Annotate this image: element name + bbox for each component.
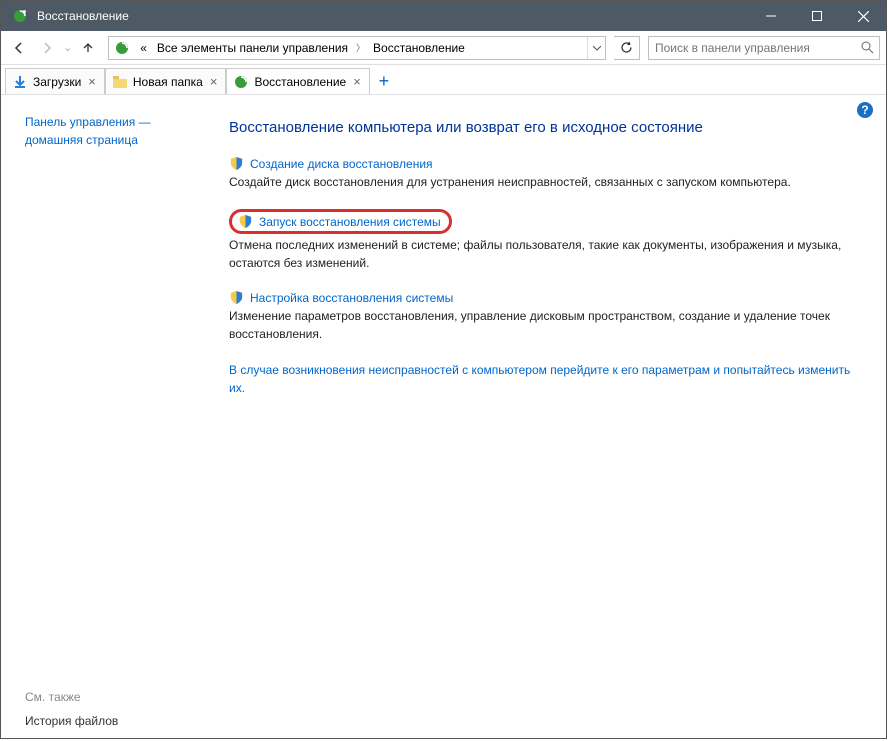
window-title: Восстановление xyxy=(33,9,748,23)
tab-recovery[interactable]: Восстановление × xyxy=(226,68,369,94)
tab-label: Восстановление xyxy=(254,75,346,89)
recent-dropdown[interactable]: ⌄ xyxy=(63,41,72,54)
tab-new-folder[interactable]: Новая папка × xyxy=(105,68,227,94)
minimize-button[interactable] xyxy=(748,1,794,31)
navbar: ⌄ « Все элементы панели управления 〉 Вос… xyxy=(1,31,886,65)
control-panel-home-link[interactable]: Панель управления — домашняя страница xyxy=(25,113,205,149)
address-bar[interactable]: « Все элементы панели управления 〉 Восст… xyxy=(108,36,606,60)
window-buttons xyxy=(748,1,886,31)
tab-close-button[interactable]: × xyxy=(86,74,98,89)
create-recovery-drive-link[interactable]: Создание диска восстановления xyxy=(250,157,433,171)
open-system-restore-link[interactable]: Запуск восстановления системы xyxy=(259,215,441,229)
file-history-link[interactable]: История файлов xyxy=(25,714,205,728)
shield-icon xyxy=(238,214,253,229)
shield-icon xyxy=(229,156,244,171)
content: ? Восстановление компьютера или возврат … xyxy=(215,95,886,738)
new-tab-button[interactable]: + xyxy=(370,68,398,94)
search-icon[interactable] xyxy=(855,41,879,54)
tab-close-button[interactable]: × xyxy=(351,74,363,89)
download-icon xyxy=(12,74,28,90)
highlight-annotation: Запуск восстановления системы xyxy=(229,209,452,234)
tab-downloads[interactable]: Загрузки × xyxy=(5,68,105,94)
crumb-prefix[interactable]: « xyxy=(135,37,152,59)
body: Панель управления — домашняя страница См… xyxy=(1,95,886,738)
address-dropdown[interactable] xyxy=(587,37,605,59)
chevron-right-icon[interactable]: 〉 xyxy=(353,41,368,54)
search-box[interactable] xyxy=(648,36,880,60)
refresh-button[interactable] xyxy=(614,36,640,60)
item-description: Изменение параметров восстановления, упр… xyxy=(229,308,858,343)
back-button[interactable] xyxy=(7,36,31,60)
recovery-icon xyxy=(233,74,249,90)
item-description: Отмена последних изменений в системе; фа… xyxy=(229,237,858,272)
tab-strip: Загрузки × Новая папка × Восстановление … xyxy=(1,65,886,95)
address-icon xyxy=(109,37,135,59)
crumb-recovery[interactable]: Восстановление xyxy=(368,37,470,59)
app-icon xyxy=(7,8,33,24)
sidebar: Панель управления — домашняя страница См… xyxy=(1,95,215,738)
shield-icon xyxy=(229,290,244,305)
search-input[interactable] xyxy=(649,41,855,55)
page-title: Восстановление компьютера или возврат ег… xyxy=(229,119,858,136)
close-button[interactable] xyxy=(840,1,886,31)
up-button[interactable] xyxy=(76,36,100,60)
tab-label: Загрузки xyxy=(33,75,81,89)
pc-settings-link[interactable]: В случае возникновения неисправностей с … xyxy=(229,361,858,397)
crumb-all-items[interactable]: Все элементы панели управления xyxy=(152,37,353,59)
see-also-label: См. также xyxy=(25,690,205,704)
svg-text:?: ? xyxy=(861,103,868,117)
window: Восстановление ⌄ « Все элементы панели у… xyxy=(0,0,887,739)
maximize-button[interactable] xyxy=(794,1,840,31)
help-icon[interactable]: ? xyxy=(856,101,874,119)
tab-label: Новая папка xyxy=(133,75,203,89)
configure-restore-item: Настройка восстановления системы Изменен… xyxy=(229,290,858,343)
forward-button[interactable] xyxy=(35,36,59,60)
folder-icon xyxy=(112,74,128,90)
create-recovery-drive-item: Создание диска восстановления Создайте д… xyxy=(229,156,858,191)
titlebar: Восстановление xyxy=(1,1,886,31)
configure-system-restore-link[interactable]: Настройка восстановления системы xyxy=(250,291,453,305)
tab-close-button[interactable]: × xyxy=(208,74,220,89)
system-restore-item: Запуск восстановления системы Отмена пос… xyxy=(229,209,858,272)
item-description: Создайте диск восстановления для устране… xyxy=(229,174,858,191)
